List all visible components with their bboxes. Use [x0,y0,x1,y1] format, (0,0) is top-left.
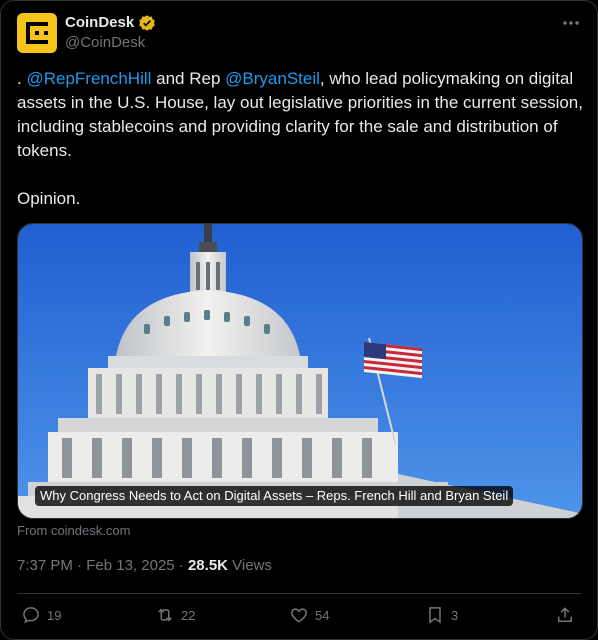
like-button[interactable]: 54 [289,605,329,625]
more-options-icon[interactable] [561,13,581,33]
views-label: Views [228,557,272,574]
avatar[interactable] [17,13,57,53]
text-mid: and Rep [151,69,226,88]
link-card-image[interactable]: Why Congress Needs to Act on Digital Ass… [17,223,583,519]
link-card-caption[interactable]: Why Congress Needs to Act on Digital Ass… [35,486,514,506]
meta-separator-2: · [174,557,188,574]
repost-icon [158,608,172,622]
reply-count: 19 [47,607,62,623]
link-source[interactable]: From coindesk.com [17,523,130,538]
bookmark-count: 3 [451,607,459,623]
handle[interactable]: @CoinDesk [65,33,156,53]
heart-icon [291,608,307,623]
tweet-meta: 7:37 PM · Feb 13, 2025 · 28.5K Views [17,557,272,574]
tweet-header: CoinDesk @CoinDesk [17,13,156,53]
bookmark-button[interactable]: 3 [425,605,458,625]
repost-count: 22 [181,607,196,623]
reply-button[interactable]: 19 [21,605,61,625]
capitol-dome-image [18,224,582,518]
bookmark-icon [429,607,441,624]
mention-bryansteil[interactable]: @BryanSteil [225,69,320,88]
text-opinion: Opinion. [17,189,81,208]
reply-icon [23,607,39,624]
display-name[interactable]: CoinDesk [65,13,134,33]
tweet-time[interactable]: 7:37 PM [17,557,73,574]
tweet-card: CoinDesk @CoinDesk . @RepFrenchHill and … [0,0,598,640]
tweet-text: . @RepFrenchHill and Rep @BryanSteil, wh… [17,67,583,211]
share-icon [558,607,572,622]
repost-button[interactable]: 22 [155,605,195,625]
meta-separator: · [72,557,87,574]
share-button[interactable] [555,605,575,625]
verified-badge-icon[interactable] [138,14,156,32]
coindesk-logo-icon [26,22,48,44]
tweet-date[interactable]: Feb 13, 2025 [86,557,174,574]
mention-repfrenchhill[interactable]: @RepFrenchHill [26,69,151,88]
like-count: 54 [315,607,330,623]
views-count: 28.5K [187,557,228,574]
action-bar: 19 22 54 3 [21,605,579,633]
divider [17,593,581,594]
